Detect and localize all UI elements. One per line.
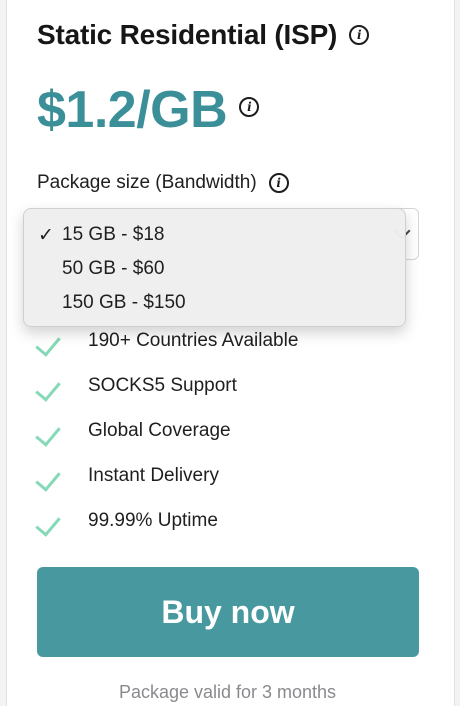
page-left-edge [0,0,7,706]
feature-text: Instant Delivery [88,465,219,486]
check-icon [35,510,61,537]
package-size-dropdown: ✓ 15 GB - $18 50 GB - $60 150 GB - $150 [23,208,406,327]
plan-title: Static Residential (ISP) [37,19,338,50]
check-icon [35,375,61,402]
check-icon [35,330,61,357]
selected-check-icon: ✓ [38,225,54,246]
price-row: $1.2/GB i [37,80,260,140]
feature-text: SOCKS5 Support [88,375,237,396]
feature-text: 99.99% Uptime [88,510,218,531]
feature-text: 190+ Countries Available [88,330,299,351]
buy-now-button[interactable]: Buy now [37,567,419,657]
info-icon[interactable]: i [239,97,260,117]
package-size-label: Package size (Bandwidth) [37,172,257,193]
feature-text: Global Coverage [88,420,231,441]
dropdown-option[interactable]: 15 GB - $18 [62,224,164,246]
info-icon[interactable]: i [268,173,289,193]
package-validity-note: Package valid for 3 months [118,682,337,702]
page-right-edge [454,0,460,706]
info-icon[interactable]: i [349,25,370,45]
package-size-label-row: Package size (Bandwidth) i [37,172,289,194]
check-icon [35,420,61,447]
dropdown-option[interactable]: 50 GB - $60 [62,258,164,280]
dropdown-option[interactable]: 150 GB - $150 [62,292,186,314]
plan-title-row: Static Residential (ISP) i [37,19,370,51]
price-value: $1.2/GB [37,81,228,139]
check-icon [35,465,61,492]
